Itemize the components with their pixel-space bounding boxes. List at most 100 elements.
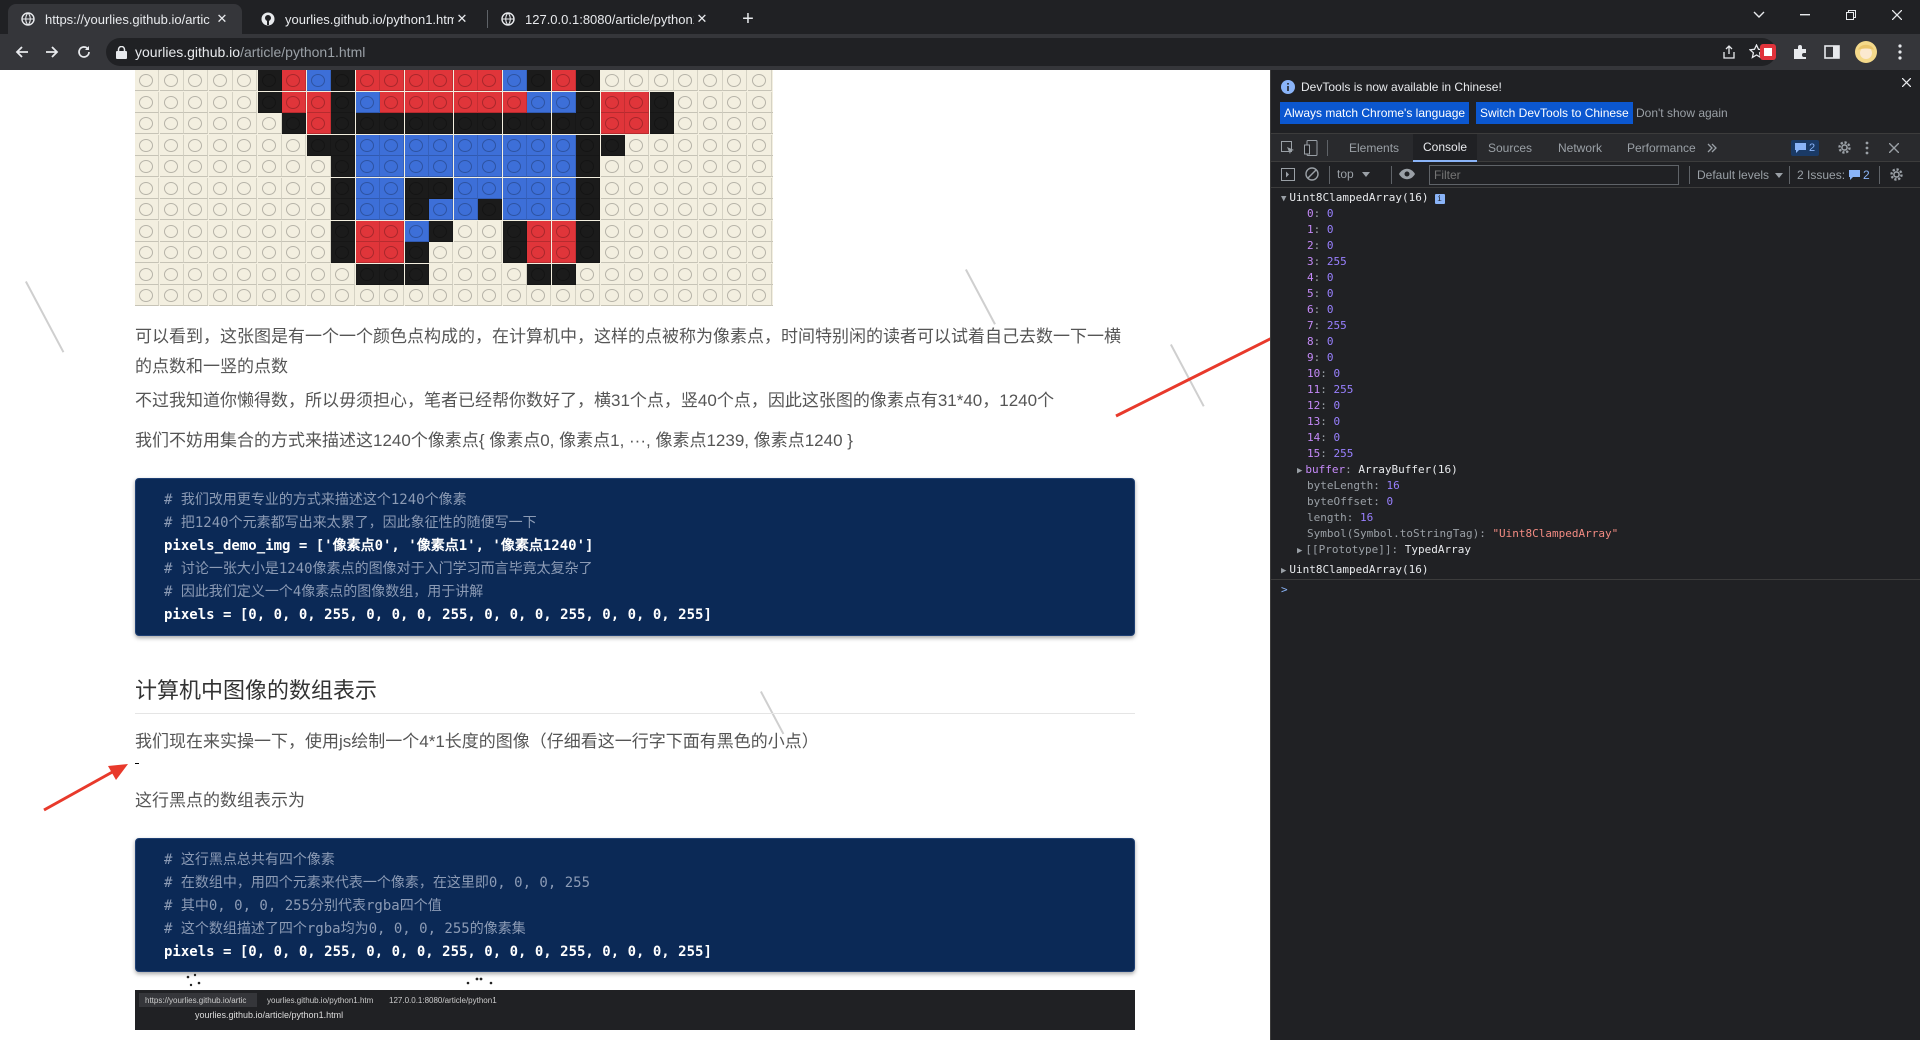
- lego-brick: [159, 156, 184, 177]
- console-input-line[interactable]: >: [1281, 582, 1288, 598]
- extension-red-icon[interactable]: [1754, 38, 1782, 66]
- array-index: 12: [1307, 399, 1321, 412]
- sidebar-toggle-icon[interactable]: [1281, 168, 1295, 181]
- tab-performance[interactable]: Performance: [1617, 134, 1706, 162]
- lego-brick: [306, 134, 331, 156]
- address-bar[interactable]: yourlies.github.io/article/python1.html: [106, 38, 1776, 66]
- lego-brick: [625, 285, 649, 306]
- clear-console-icon[interactable]: [1305, 167, 1319, 181]
- console-array-entry: 14: 0: [1307, 431, 1341, 444]
- lego-brick: [404, 156, 429, 177]
- console-array-entry: 10: 0: [1307, 367, 1341, 380]
- more-tabs-icon[interactable]: [1707, 134, 1717, 162]
- browser-tab-2[interactable]: yourlies.github.io/python1.htm ✕: [248, 4, 482, 34]
- close-window-icon[interactable]: [1874, 0, 1920, 30]
- console-filter-input[interactable]: [1429, 165, 1679, 185]
- inspect-element-icon[interactable]: [1281, 141, 1295, 155]
- array-value: 0: [1326, 335, 1334, 348]
- console-array-entry: 12: 0: [1307, 399, 1341, 412]
- share-icon[interactable]: [1722, 45, 1736, 59]
- issues-button[interactable]: 2 Issues: 2: [1797, 168, 1870, 182]
- lego-brick: [306, 242, 331, 263]
- lego-brick: [355, 113, 380, 134]
- restore-icon[interactable]: [1828, 0, 1874, 30]
- match-language-button[interactable]: Always match Chrome's language: [1280, 102, 1470, 124]
- reload-icon[interactable]: [70, 38, 98, 66]
- lego-brick: [380, 177, 404, 199]
- lego-brick: [159, 91, 184, 113]
- close-tab-icon[interactable]: ✕: [694, 11, 710, 27]
- tab-sources[interactable]: Sources: [1478, 134, 1542, 162]
- tab-network[interactable]: Network: [1548, 134, 1612, 162]
- expand-caret-icon[interactable]: ▶: [1297, 466, 1302, 476]
- array-value: 0: [1333, 431, 1341, 444]
- lego-brick: [600, 91, 625, 113]
- lego-brick: [453, 263, 478, 285]
- dont-show-again-button[interactable]: Don't show again: [1632, 102, 1732, 124]
- console-settings-gear-icon[interactable]: [1889, 167, 1904, 182]
- lego-brick: [698, 156, 723, 177]
- lego-brick: [698, 263, 723, 285]
- lego-brick: [135, 134, 159, 156]
- lego-brick: [551, 113, 576, 134]
- prop-key: [[Prototype]]: [1305, 543, 1392, 556]
- console-array-entry: 11: 255: [1307, 383, 1354, 396]
- menu-kebab-icon[interactable]: [1886, 38, 1914, 66]
- lego-brick: [429, 220, 453, 242]
- forward-icon[interactable]: [38, 38, 66, 66]
- expand-caret-icon[interactable]: ▶: [1281, 566, 1286, 576]
- close-banner-icon[interactable]: [1902, 78, 1911, 87]
- close-tab-icon[interactable]: ✕: [214, 11, 230, 27]
- device-toolbar-icon[interactable]: [1304, 140, 1318, 156]
- close-tab-icon[interactable]: ✕: [454, 11, 470, 27]
- new-tab-button[interactable]: +: [732, 4, 764, 34]
- console-proto-row[interactable]: ▶ [[Prototype]]: TypedArray: [1297, 542, 1471, 559]
- lego-brick: [625, 177, 649, 199]
- lego-brick: [478, 113, 502, 134]
- log-levels-dropdown[interactable]: Default levels: [1697, 168, 1784, 182]
- lego-brick: [551, 91, 576, 113]
- tab-title: https://yourlies.github.io/artic: [45, 11, 210, 27]
- lego-brick: [625, 113, 649, 134]
- browser-tab-1[interactable]: https://yourlies.github.io/artic ✕: [8, 4, 242, 34]
- devtools-menu-icon[interactable]: [1865, 141, 1869, 155]
- lego-brick: [233, 242, 257, 263]
- lego-brick: [233, 156, 257, 177]
- lego-brick: [159, 285, 184, 306]
- info-icon: [1281, 80, 1295, 94]
- minimize-icon[interactable]: [1782, 0, 1828, 30]
- settings-gear-icon[interactable]: [1837, 140, 1852, 155]
- expand-caret-icon[interactable]: ▶: [1297, 546, 1302, 556]
- lego-brick: [453, 199, 478, 220]
- browser-tab-3[interactable]: 127.0.0.1:8080/article/python1 ✕: [488, 4, 722, 34]
- lego-brick: [135, 220, 159, 242]
- tab-console[interactable]: Console: [1413, 134, 1478, 162]
- lego-brick: [625, 134, 649, 156]
- lego-brick: [159, 113, 184, 134]
- lego-brick: [674, 91, 698, 113]
- context-selector[interactable]: top: [1337, 167, 1370, 181]
- live-expression-eye-icon[interactable]: [1399, 168, 1415, 180]
- messages-badge[interactable]: 2: [1791, 140, 1820, 156]
- lego-brick: [208, 134, 233, 156]
- close-devtools-icon[interactable]: [1889, 143, 1899, 153]
- tab-search-icon[interactable]: [1736, 0, 1782, 30]
- expand-caret-icon[interactable]: ▼: [1281, 194, 1286, 204]
- console-buffer-row[interactable]: ▶ buffer: ArrayBuffer(16): [1297, 462, 1458, 479]
- prop-value: ArrayBuffer(16): [1358, 463, 1458, 476]
- extensions-puzzle-icon[interactable]: [1786, 38, 1814, 66]
- switch-to-chinese-button[interactable]: Switch DevTools to Chinese: [1476, 102, 1633, 124]
- lego-brick: [257, 242, 282, 263]
- lego-brick: [772, 113, 773, 134]
- lego-brick: [257, 70, 282, 91]
- console-array-entry: 1: 0: [1307, 223, 1334, 236]
- profile-avatar-icon[interactable]: [1852, 38, 1880, 66]
- lego-brick: [208, 70, 233, 91]
- lego-brick: [380, 285, 404, 306]
- side-panel-icon[interactable]: [1818, 38, 1846, 66]
- tab-elements[interactable]: Elements: [1337, 134, 1411, 162]
- back-icon[interactable]: [8, 38, 36, 66]
- console-object-row[interactable]: ▶ Uint8ClampedArray(16): [1281, 562, 1429, 579]
- console-object-row[interactable]: ▼ Uint8ClampedArray(16) i: [1281, 190, 1445, 207]
- lego-brick: [723, 199, 747, 220]
